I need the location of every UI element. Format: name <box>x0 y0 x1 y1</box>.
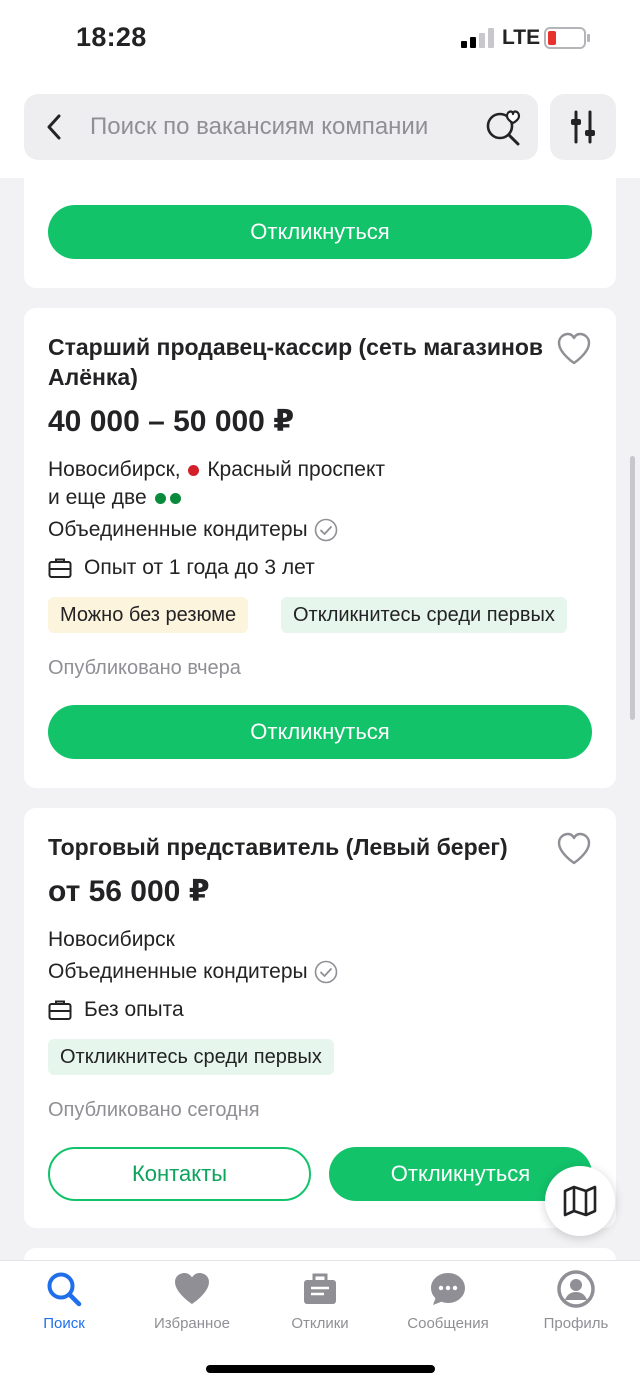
favorite-heart-icon[interactable] <box>556 832 592 866</box>
map-button[interactable] <box>545 1166 615 1236</box>
vacancy-title[interactable]: Старший продавец-кассир (сеть магазинов … <box>48 332 548 392</box>
status-time: 18:28 <box>76 22 147 52</box>
filter-sliders-icon <box>571 110 595 144</box>
search-bar[interactable]: Поиск по вакансиям компании <box>24 94 538 160</box>
tag-respond-first: Откликнитесь среди первых <box>48 1039 334 1075</box>
tab-bar: Поиск Избранное Отклики Сообщения Профил… <box>0 1260 640 1386</box>
vacancy-title[interactable]: Торговый представитель (Левый берег) <box>48 832 548 862</box>
company-label: Объединенные кондитеры <box>48 960 308 983</box>
filter-button[interactable] <box>550 94 616 160</box>
metro-more: и еще две <box>48 486 147 509</box>
tab-messages[interactable]: Сообщения <box>384 1269 512 1332</box>
profile-icon <box>557 1270 595 1308</box>
published-date: Опубликовано сегодня <box>48 1099 260 1121</box>
heart-search-icon[interactable] <box>484 108 524 148</box>
tab-search[interactable]: Поиск <box>0 1269 128 1332</box>
metro-red-dot-icon <box>188 464 200 476</box>
city: Новосибирск, <box>48 458 181 481</box>
respond-button[interactable]: Откликнуться <box>48 705 592 759</box>
tab-responses[interactable]: Отклики <box>256 1269 384 1332</box>
search-input[interactable]: Поиск по вакансиям компании <box>90 94 428 160</box>
briefcase-icon <box>48 558 72 578</box>
signal-icon <box>461 28 494 48</box>
contacts-button[interactable]: Контакты <box>48 1147 311 1201</box>
chat-icon <box>431 1273 465 1305</box>
status-bar: 18:28 LTE <box>0 0 640 78</box>
experience: Опыт от 1 года до 3 лет <box>84 556 315 579</box>
favorite-heart-icon[interactable] <box>556 332 592 366</box>
vacancy-salary: от 56 000 ₽ <box>48 875 210 908</box>
tag-respond-first: Откликнитесь среди первых <box>281 597 567 633</box>
scrollbar[interactable] <box>630 456 635 720</box>
briefcase-icon <box>48 1000 72 1020</box>
vacancy-card[interactable]: Торговый представитель (Левый берег) от … <box>24 808 616 1228</box>
company-name[interactable]: Объединенные кондитеры <box>48 960 338 984</box>
heart-icon <box>175 1273 209 1304</box>
tab-label: Профиль <box>543 1315 609 1332</box>
tab-label: Избранное <box>153 1315 231 1332</box>
metro-station: Красный проспект <box>207 458 385 481</box>
tab-favorites[interactable]: Избранное <box>128 1269 256 1332</box>
tag-no-resume: Можно без резюме <box>48 597 249 633</box>
back-arrow-icon[interactable] <box>40 112 70 142</box>
company-name[interactable]: Объединенные кондитеры <box>48 518 338 542</box>
battery-icon <box>544 27 590 49</box>
vacancy-location-more: и еще две <box>48 486 183 510</box>
tab-label: Сообщения <box>407 1315 489 1332</box>
vacancy-salary: 40 000 – 50 000 ₽ <box>48 405 295 438</box>
verified-check-icon <box>314 519 337 542</box>
responses-icon <box>304 1273 336 1304</box>
map-icon <box>563 1185 597 1217</box>
vacancy-card[interactable]: Старший продавец-кассир (сеть магазинов … <box>24 308 616 788</box>
network-label: LTE <box>502 26 541 49</box>
respond-button[interactable]: Откликнуться <box>48 205 592 259</box>
home-indicator <box>206 1365 435 1373</box>
tab-label: Отклики <box>291 1315 349 1332</box>
vacancy-location: Новосибирск <box>48 928 175 951</box>
search-header: Поиск по вакансиям компании <box>0 78 640 178</box>
tab-profile[interactable]: Профиль <box>512 1269 640 1332</box>
search-icon <box>47 1272 82 1307</box>
vacancy-location: Новосибирск, Красный проспект <box>48 458 385 482</box>
published-date: Опубликовано вчера <box>48 657 241 679</box>
tab-label: Поиск <box>43 1315 85 1332</box>
experience: Без опыта <box>84 998 184 1021</box>
verified-check-icon <box>314 961 337 984</box>
metro-green-dot-icon <box>169 492 181 504</box>
metro-green-dot-icon <box>154 492 166 504</box>
company-label: Объединенные кондитеры <box>48 518 308 541</box>
